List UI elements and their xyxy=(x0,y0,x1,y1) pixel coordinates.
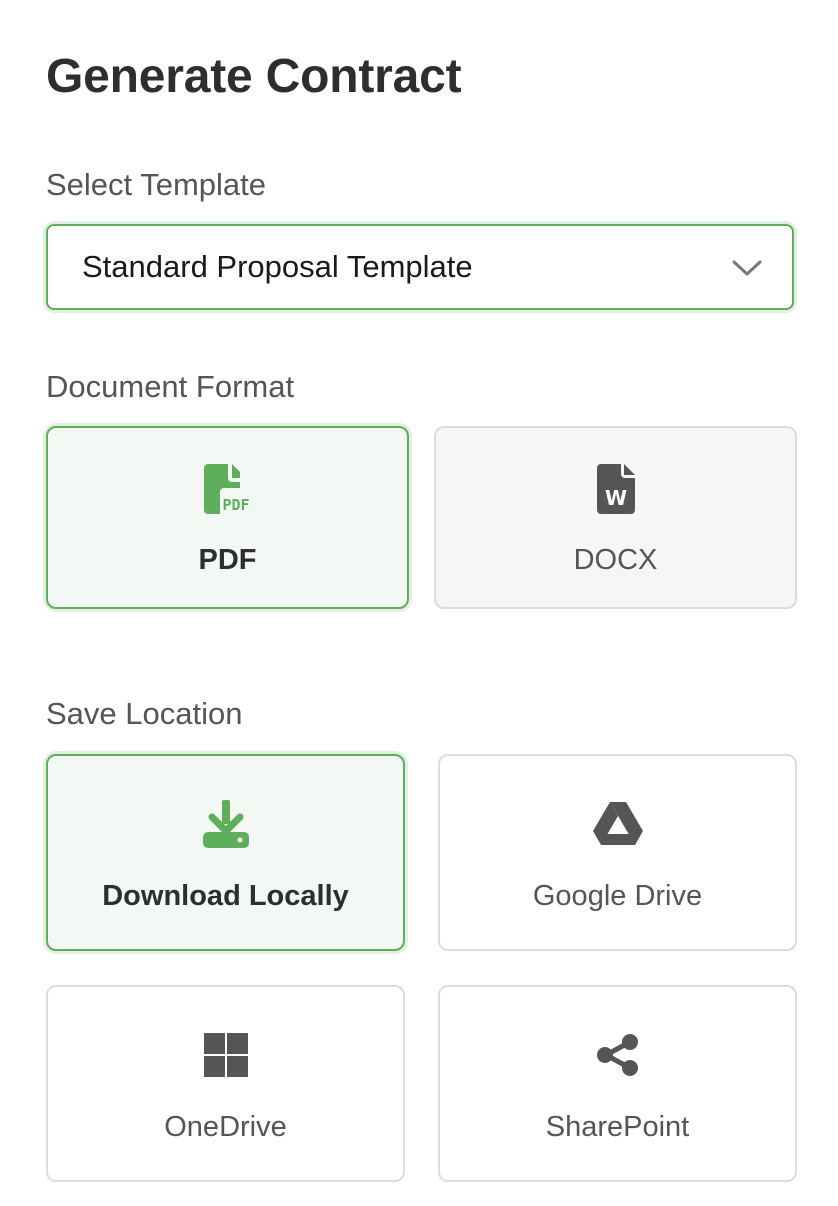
template-select[interactable]: Standard Proposal Template xyxy=(46,224,794,310)
location-option-label: SharePoint xyxy=(545,1111,690,1143)
location-option-sharepoint[interactable]: SharePoint xyxy=(438,985,797,1182)
svg-text:W: W xyxy=(604,486,626,510)
google-drive-icon xyxy=(592,802,643,845)
location-option-onedrive[interactable]: OneDrive xyxy=(46,985,405,1182)
download-icon xyxy=(202,800,249,848)
page-title: Generate Contract xyxy=(46,50,462,103)
document-format-label: Document Format xyxy=(46,369,295,404)
share-icon xyxy=(596,1034,638,1076)
location-option-google-drive[interactable]: Google Drive xyxy=(438,754,797,951)
location-option-download[interactable]: Download Locally xyxy=(46,754,405,951)
format-option-pdf[interactable]: PDF PDF xyxy=(46,426,409,609)
format-option-label: DOCX xyxy=(573,544,658,576)
pdf-file-icon: PDF xyxy=(203,464,249,514)
save-location-label: Save Location xyxy=(46,696,243,731)
location-option-label: Download Locally xyxy=(102,880,349,912)
word-file-icon: W xyxy=(596,464,635,514)
chevron-down-icon xyxy=(732,260,762,276)
svg-text:PDF: PDF xyxy=(222,496,249,514)
select-template-label: Select Template xyxy=(46,167,266,202)
location-option-label: Google Drive xyxy=(532,880,703,912)
generate-contract-panel: Generate Contract Select Template Standa… xyxy=(0,0,838,1206)
format-option-docx[interactable]: W DOCX xyxy=(434,426,797,609)
windows-icon xyxy=(203,1033,248,1077)
location-option-label: OneDrive xyxy=(164,1111,287,1143)
format-option-label: PDF xyxy=(198,544,257,576)
template-select-value: Standard Proposal Template xyxy=(82,249,473,284)
